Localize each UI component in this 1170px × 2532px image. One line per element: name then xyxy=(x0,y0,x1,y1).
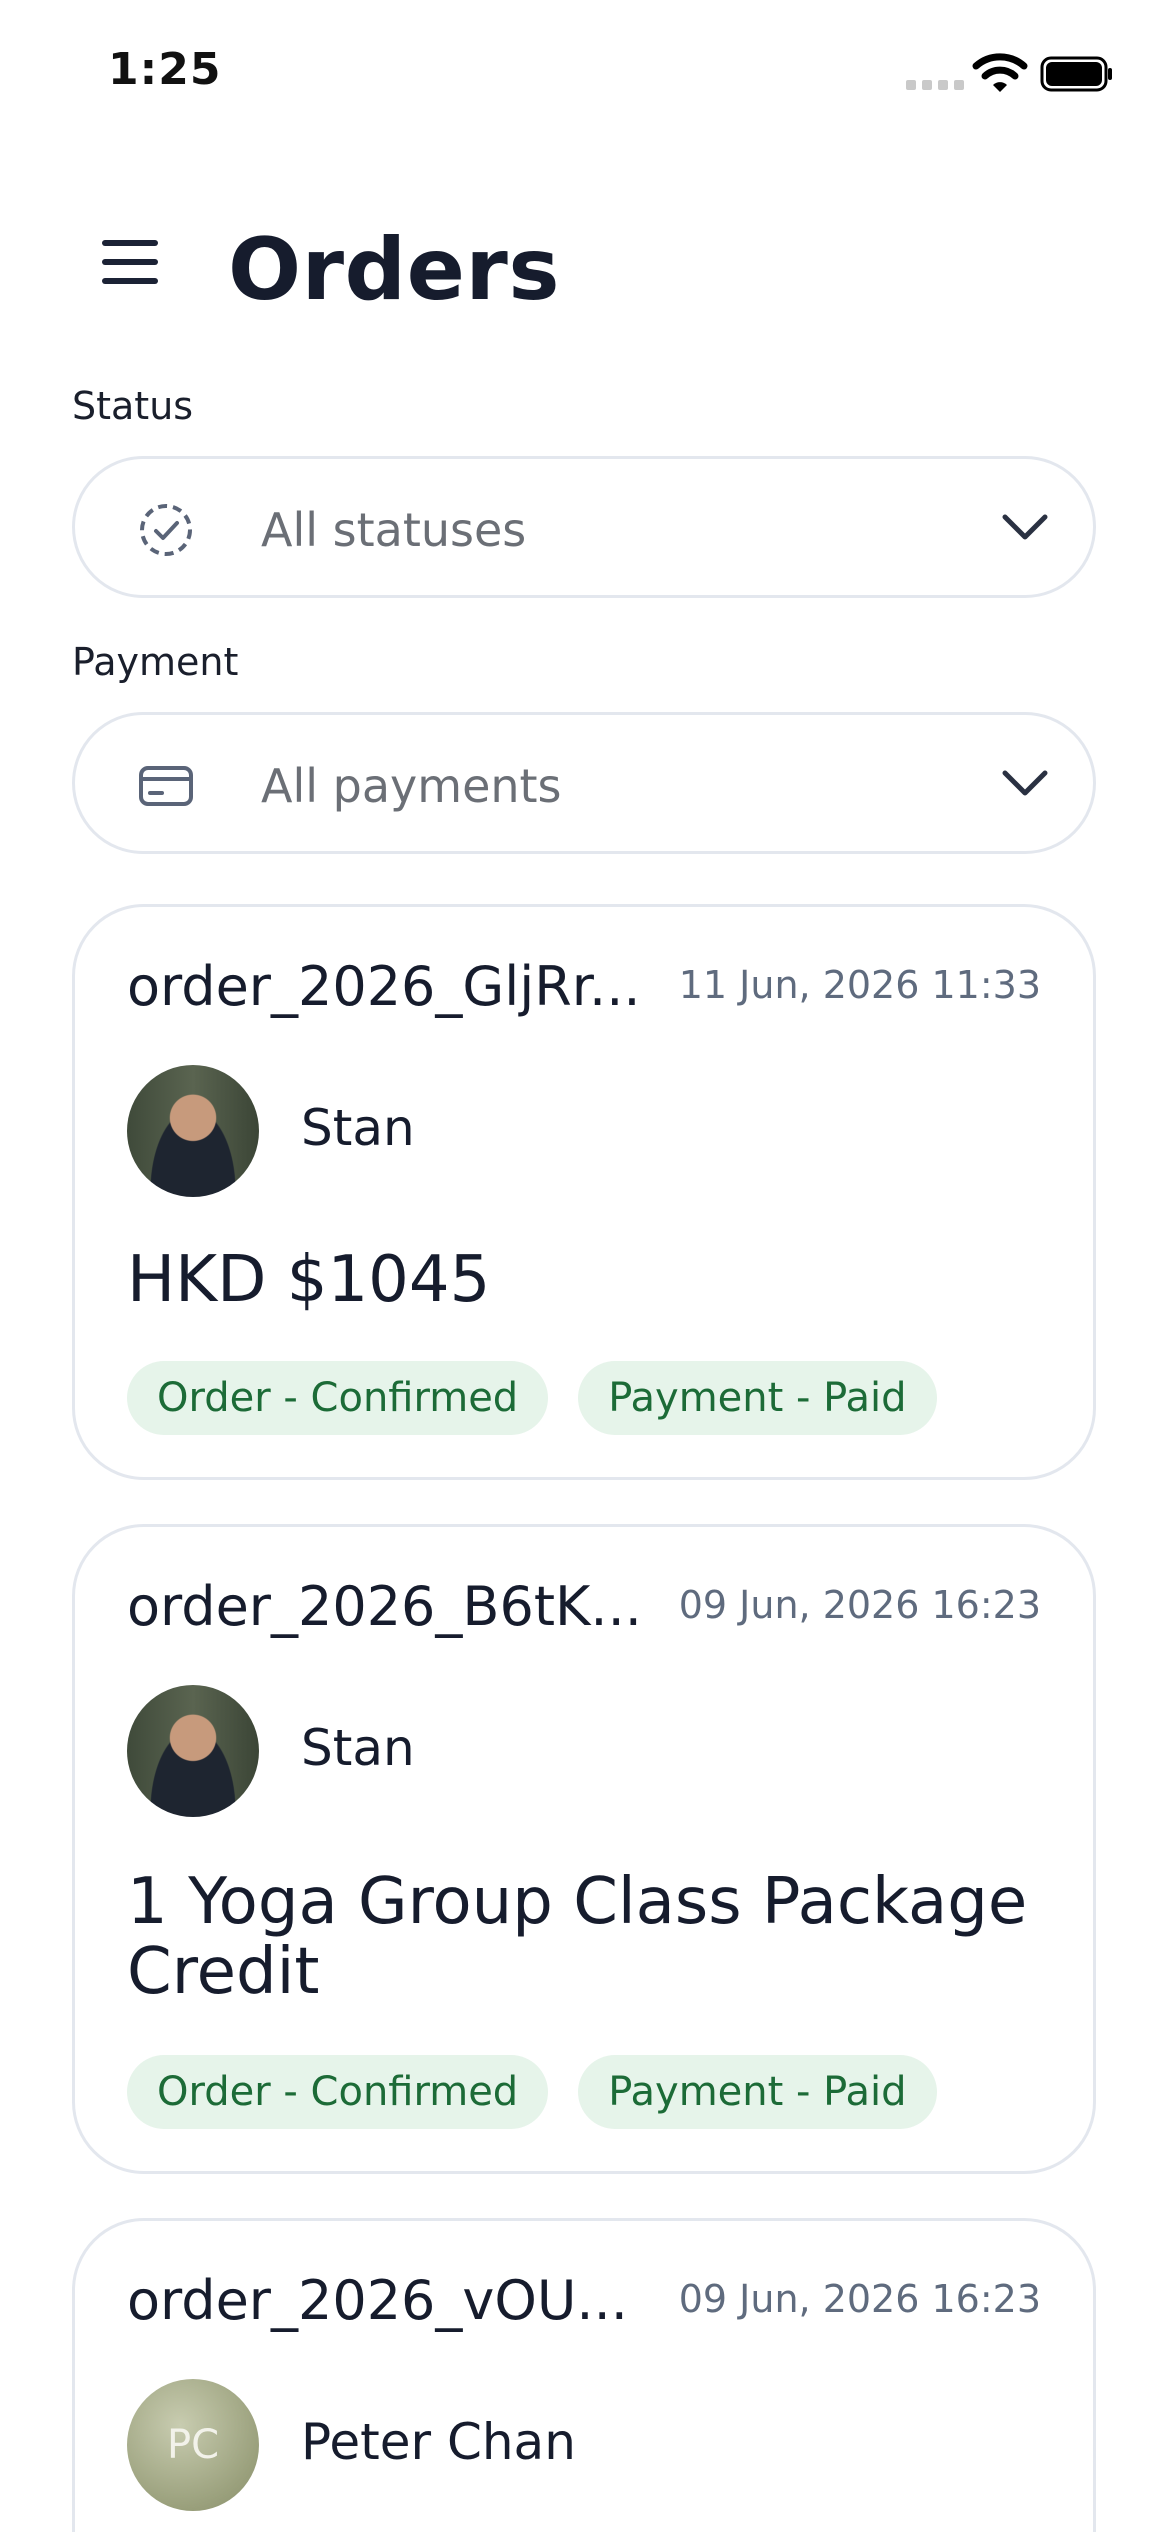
payment-filter-value: All payments xyxy=(261,759,562,813)
order-title: 1 Yoga Group Class Package Credit xyxy=(127,1865,1028,2009)
battery-icon xyxy=(1040,56,1112,92)
credit-card-icon xyxy=(139,766,193,806)
order-id: order_2026_vOU... xyxy=(127,2269,628,2332)
dashed-check-circle-icon xyxy=(140,504,192,556)
customer-avatar: PC xyxy=(127,2379,259,2511)
payment-status-badge: Payment - Paid xyxy=(578,1361,937,1435)
wifi-icon xyxy=(972,53,1028,92)
chevron-down-icon xyxy=(1002,770,1048,796)
status-filter-value: All statuses xyxy=(261,503,527,557)
status-filter-select[interactable]: All statuses xyxy=(72,456,1096,598)
customer-name: Stan xyxy=(301,1099,415,1157)
payment-status-badge: Payment - Paid xyxy=(578,2055,937,2129)
chevron-down-icon xyxy=(1002,514,1048,540)
payment-filter-label: Payment xyxy=(72,640,239,684)
customer-avatar xyxy=(127,1065,259,1197)
order-card[interactable]: order_2026_GljRr... 11 Jun, 2026 11:33 S… xyxy=(72,904,1096,1480)
cellular-signal-icon xyxy=(906,80,964,90)
order-card[interactable]: order_2026_B6tK... 09 Jun, 2026 16:23 St… xyxy=(72,1524,1096,2174)
order-id: order_2026_GljRr... xyxy=(127,955,641,1018)
customer-avatar xyxy=(127,1685,259,1817)
order-title: HKD $1045 xyxy=(127,1243,491,1317)
status-time: 1:25 xyxy=(108,44,222,95)
customer-name: Peter Chan xyxy=(301,2413,576,2471)
menu-icon[interactable] xyxy=(102,240,162,290)
order-status-badge: Order - Confirmed xyxy=(127,1361,549,1435)
payment-filter-select[interactable]: All payments xyxy=(72,712,1096,854)
status-filter-label: Status xyxy=(72,384,194,428)
order-date: 09 Jun, 2026 16:23 xyxy=(678,2277,1041,2321)
order-card[interactable]: order_2026_vOU... 09 Jun, 2026 16:23 PC … xyxy=(72,2218,1096,2532)
order-id: order_2026_B6tK... xyxy=(127,1575,642,1638)
customer-name: Stan xyxy=(301,1719,415,1777)
order-date: 11 Jun, 2026 11:33 xyxy=(678,963,1041,1007)
order-status-badge: Order - Confirmed xyxy=(127,2055,549,2129)
page-title: Orders xyxy=(228,220,561,320)
order-date: 09 Jun, 2026 16:23 xyxy=(678,1583,1041,1627)
status-bar: 1:25 xyxy=(0,0,1170,150)
